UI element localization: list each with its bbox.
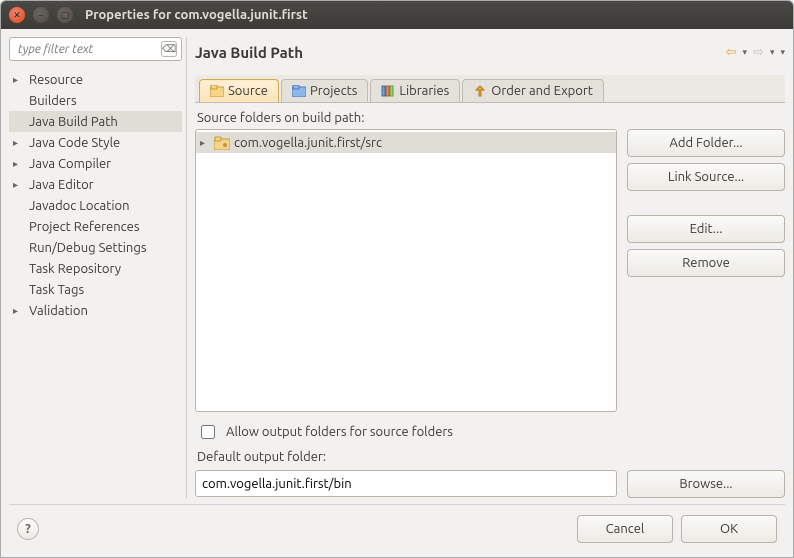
nav-forward-menu-icon[interactable]: ▾ <box>770 48 775 57</box>
filter-box[interactable]: ⌫ <box>9 37 182 61</box>
ok-button[interactable]: OK <box>681 515 777 543</box>
sidebar-item-builders[interactable]: Builders <box>9 90 182 111</box>
source-folder-label: com.vogella.junit.first/src <box>234 136 382 150</box>
panel: Java Build Path ⇦ ▾ ⇨ ▾ ▾ Source Projects… <box>195 37 785 498</box>
titlebar: ✕ – ▢ Properties for com.vogella.junit.f… <box>1 1 793 29</box>
window-title: Properties for com.vogella.junit.first <box>85 8 308 22</box>
sidebar-item-project-references[interactable]: Project References <box>9 216 182 237</box>
maximize-icon[interactable]: ▢ <box>57 7 73 23</box>
sidebar-item-label: Java Build Path <box>27 115 118 129</box>
sidebar-item-task-repository[interactable]: Task Repository <box>9 258 182 279</box>
tab-label: Order and Export <box>491 84 593 98</box>
tab-libraries[interactable]: Libraries <box>370 79 460 102</box>
sidebar-item-java-compiler[interactable]: ▸Java Compiler <box>9 153 182 174</box>
tabstrip: Source Projects Libraries Order and Export <box>195 75 785 103</box>
allow-output-label: Allow output folders for source folders <box>226 425 453 439</box>
remove-button[interactable]: Remove <box>627 249 785 277</box>
expand-arrow-icon: ▸ <box>13 74 27 86</box>
sidebar-item-label: Run/Debug Settings <box>27 241 146 255</box>
expand-arrow-icon: ▸ <box>13 158 27 170</box>
expand-arrow-icon: ▸ <box>200 137 214 149</box>
sidebar-item-label: Java Code Style <box>27 136 120 150</box>
sidebar-item-label: Project References <box>27 220 139 234</box>
sidebar-item-label: Java Compiler <box>27 157 111 171</box>
dialog-body: ⌫ ▸ResourceBuildersJava Build Path▸Java … <box>1 29 793 557</box>
clear-filter-icon[interactable]: ⌫ <box>161 41 177 57</box>
sidebar-item-java-editor[interactable]: ▸Java Editor <box>9 174 182 195</box>
sidebar-item-run-debug-settings[interactable]: Run/Debug Settings <box>9 237 182 258</box>
minimize-icon[interactable]: – <box>33 7 49 23</box>
sidebar-item-resource[interactable]: ▸Resource <box>9 69 182 90</box>
tab-source-content: Source folders on build path: ▸ com.vogel… <box>195 103 785 498</box>
sidebar-item-label: Task Repository <box>27 262 121 276</box>
add-folder-button[interactable]: Add Folder... <box>627 129 785 157</box>
sidebar-item-java-build-path[interactable]: Java Build Path <box>9 111 182 132</box>
sidebar-item-java-code-style[interactable]: ▸Java Code Style <box>9 132 182 153</box>
allow-output-checkbox[interactable] <box>201 425 215 439</box>
cancel-button[interactable]: Cancel <box>577 515 673 543</box>
tab-projects[interactable]: Projects <box>281 79 368 102</box>
package-folder-icon <box>214 136 230 150</box>
source-folder-row: ▸ com.vogella.junit.first/src Add Folder.… <box>195 129 785 412</box>
help-icon[interactable]: ? <box>17 518 39 540</box>
source-folder-tree[interactable]: ▸ com.vogella.junit.first/src <box>195 129 617 412</box>
source-folders-label: Source folders on build path: <box>197 111 785 125</box>
tab-order[interactable]: Order and Export <box>462 79 604 102</box>
dialog-window: ✕ – ▢ Properties for com.vogella.junit.f… <box>0 0 794 558</box>
order-icon <box>473 85 487 97</box>
expand-arrow-icon: ▸ <box>13 305 27 317</box>
libraries-icon <box>381 85 395 97</box>
browse-button[interactable]: Browse... <box>627 470 785 498</box>
sidebar-item-validation[interactable]: ▸Validation <box>9 300 182 321</box>
projects-icon <box>292 85 306 97</box>
filter-input[interactable] <box>16 42 159 57</box>
nav-back-icon[interactable]: ⇦ <box>726 46 737 59</box>
view-menu-icon[interactable]: ▾ <box>780 48 785 57</box>
nav-back-menu-icon[interactable]: ▾ <box>743 48 748 57</box>
sidebar-tree[interactable]: ▸ResourceBuildersJava Build Path▸Java Co… <box>9 67 182 498</box>
expand-arrow-icon: ▸ <box>13 179 27 191</box>
tab-label: Libraries <box>399 84 449 98</box>
default-output-row: Browse... <box>195 470 785 498</box>
nav-icons: ⇦ ▾ ⇨ ▾ ▾ <box>726 46 785 59</box>
sidebar: ⌫ ▸ResourceBuildersJava Build Path▸Java … <box>9 37 187 498</box>
panel-header: Java Build Path ⇦ ▾ ⇨ ▾ ▾ <box>195 37 785 67</box>
sidebar-item-label: Task Tags <box>27 283 84 297</box>
default-output-label: Default output folder: <box>197 450 785 464</box>
tab-label: Projects <box>310 84 357 98</box>
sidebar-item-label: Builders <box>27 94 77 108</box>
footer: ? Cancel OK <box>9 504 785 549</box>
sidebar-item-label: Validation <box>27 304 88 318</box>
tab-source[interactable]: Source <box>199 79 279 102</box>
main-row: ⌫ ▸ResourceBuildersJava Build Path▸Java … <box>9 37 785 498</box>
close-icon[interactable]: ✕ <box>9 7 25 23</box>
panel-title: Java Build Path <box>195 44 726 61</box>
button-spacer <box>627 197 785 209</box>
link-source-button[interactable]: Link Source... <box>627 163 785 191</box>
expand-arrow-icon: ▸ <box>13 137 27 149</box>
sidebar-item-javadoc-location[interactable]: Javadoc Location <box>9 195 182 216</box>
nav-forward-icon[interactable]: ⇨ <box>753 46 764 59</box>
sidebar-item-label: Javadoc Location <box>27 199 130 213</box>
source-button-column: Add Folder... Link Source... Edit... Rem… <box>627 129 785 412</box>
source-icon <box>210 85 224 97</box>
sidebar-item-label: Java Editor <box>27 178 94 192</box>
edit-button[interactable]: Edit... <box>627 215 785 243</box>
source-folder-item[interactable]: ▸ com.vogella.junit.first/src <box>196 132 616 153</box>
default-output-field[interactable] <box>195 470 617 497</box>
allow-output-row[interactable]: Allow output folders for source folders <box>197 422 785 442</box>
sidebar-item-label: Resource <box>27 73 83 87</box>
tab-label: Source <box>228 84 268 98</box>
sidebar-item-task-tags[interactable]: Task Tags <box>9 279 182 300</box>
